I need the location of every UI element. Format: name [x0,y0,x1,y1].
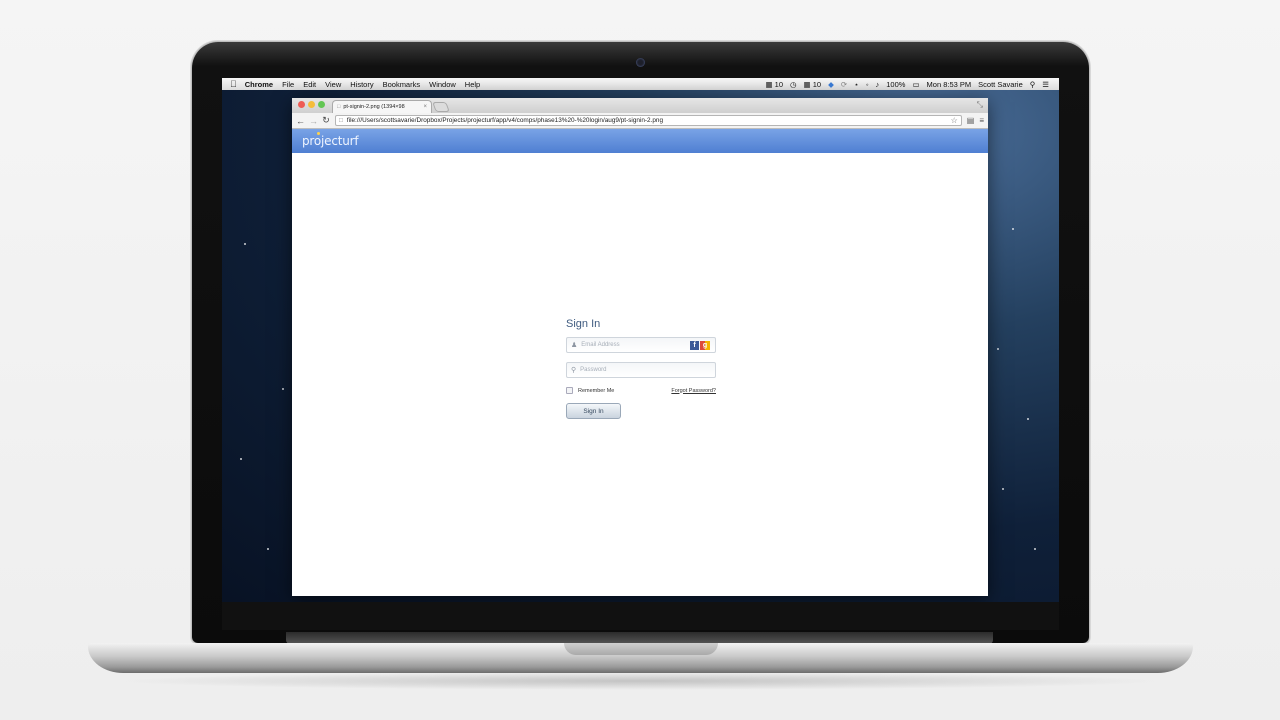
laptop-notch [564,643,718,655]
star [1012,228,1014,230]
user-name[interactable]: Scott Savarie [978,80,1023,89]
back-icon[interactable]: ← [296,116,305,126]
signin-button[interactable]: Sign In [566,403,621,419]
star [997,348,999,350]
new-tab-button[interactable] [432,102,450,112]
remember-checkbox[interactable] [566,387,573,394]
fullscreen-icon[interactable]: ⤡ [977,100,983,110]
tab-active[interactable]: □ pt-signin-2.png (1394×98 × [332,100,432,113]
user-icon: ♟ [571,342,578,349]
menu-chrome[interactable]: Chrome [245,80,273,89]
google-icon[interactable]: g [700,341,710,350]
menu-history[interactable]: History [350,80,373,89]
laptop-photo:  Chrome File Edit View History Bookmark… [0,0,1280,720]
wifi-icon[interactable]: ◦ [866,80,869,89]
options-row: Remember Me Forgot Password? [566,387,716,394]
star [267,548,269,550]
status-count-b: 10 [812,79,822,89]
minimize-window-button[interactable] [308,101,315,108]
remember-label[interactable]: Remember Me [578,388,614,394]
menu-icon[interactable]: ≡ [979,116,984,125]
key-icon: ⚲ [571,367,577,374]
menu-edit[interactable]: Edit [303,80,316,89]
star [282,388,284,390]
desktop-screen:  Chrome File Edit View History Bookmark… [222,78,1059,602]
file-icon: □ [337,104,341,110]
browser-toolbar: ← → ↻ □ file:///Users/scottsavarie/Dropb… [292,113,988,129]
tab-strip: □ pt-signin-2.png (1394×98 × ⤡ [292,98,988,113]
site-logo[interactable]: projecturf [302,134,359,148]
password-placeholder: Password [580,367,607,373]
logo-dot [317,132,320,135]
window-controls [298,101,325,108]
star [1027,418,1029,420]
menu-file[interactable]: File [282,80,294,89]
menu-view[interactable]: View [325,80,341,89]
zoom-window-button[interactable] [318,101,325,108]
notification-center-icon[interactable]: ☰ [1042,80,1049,89]
status-item-b[interactable]: ▦ 10 [804,80,822,89]
battery-icon[interactable]: ▭ [912,80,919,89]
camera-icon [636,58,645,67]
laptop-shadow [110,672,1170,690]
address-bar[interactable]: □ file:///Users/scottsavarie/Dropbox/Pro… [335,115,962,126]
chrome-window: □ pt-signin-2.png (1394×98 × ⤡ ← → ↻ □ f… [292,98,988,596]
email-placeholder: Email Address [581,342,620,348]
spotlight-icon[interactable]: ⚲ [1030,80,1036,89]
password-field[interactable]: ⚲ Password [566,362,716,378]
forward-icon[interactable]: → [309,116,318,126]
page-content: Sign In ♟ Email Address f g ⚲ Password R… [292,153,988,596]
menu-bookmarks[interactable]: Bookmarks [383,80,421,89]
tab-title: pt-signin-2.png (1394×98 [343,104,405,110]
bluetooth-icon[interactable]: ⋆ [854,80,859,89]
facebook-icon[interactable]: f [690,341,699,350]
status-item-a[interactable]: ▦ 10 [765,80,783,89]
battery-percent: 100% [886,79,906,89]
email-field[interactable]: ♟ Email Address f g [566,337,716,353]
apple-icon[interactable]:  [230,79,237,89]
star [244,243,246,245]
signin-title: Sign In [566,318,601,330]
sync-icon[interactable]: ⟳ [841,80,847,89]
clock[interactable]: Mon 8:53 PM [927,80,972,89]
extension-icon[interactable]: ▤ [967,116,975,125]
site-header: projecturf [292,129,988,153]
forgot-password-link[interactable]: Forgot Password? [671,388,716,394]
status-count-a: 10 [774,79,783,89]
signin-form: Sign In ♟ Email Address f g ⚲ Password R… [566,318,716,419]
bookmark-star-icon[interactable]: ☆ [951,116,958,125]
star [1002,488,1004,490]
volume-icon[interactable]: ♪ [876,80,880,89]
dropbox-icon[interactable]: ◆ [828,80,834,89]
close-window-button[interactable] [298,101,305,108]
star [240,458,242,460]
menu-window[interactable]: Window [429,80,456,89]
clock-status-icon[interactable]: ◷ [790,80,797,89]
address-url: file:///Users/scottsavarie/Dropbox/Proje… [346,117,664,124]
mac-menubar:  Chrome File Edit View History Bookmark… [222,78,1059,90]
menubar-status: ▦ 10 ◷ ▦ 10 ◆ ⟳ ⋆ ◦ ♪ 100% ▭ Mon 8:53 PM… [765,80,1059,89]
tab-close-icon[interactable]: × [423,104,427,110]
menu-help[interactable]: Help [465,80,480,89]
star [1034,548,1036,550]
laptop-chin [222,602,1059,630]
page-icon: □ [339,117,343,124]
reload-icon[interactable]: ↻ [322,115,330,126]
